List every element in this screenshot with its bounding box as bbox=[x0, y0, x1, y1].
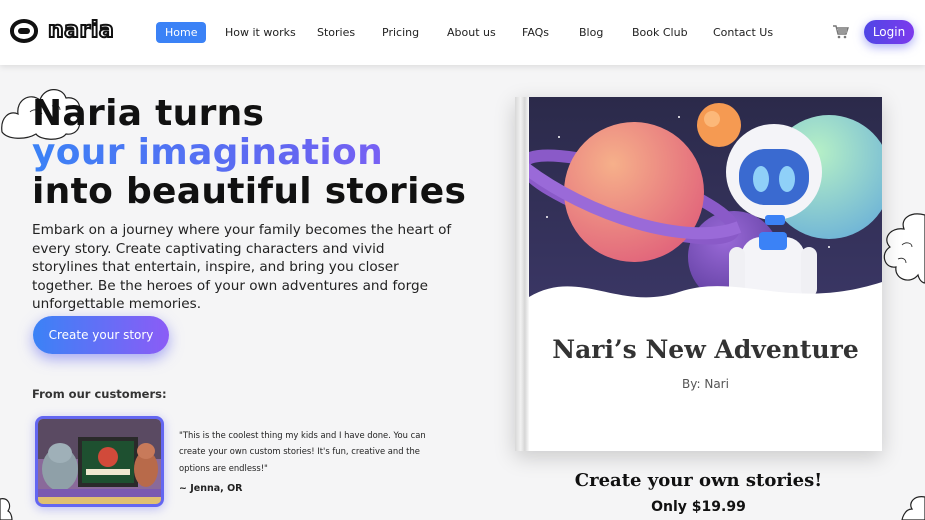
book-author: By: Nari bbox=[682, 377, 729, 391]
cart-icon[interactable] bbox=[833, 25, 849, 39]
brand-logo[interactable]: naria bbox=[10, 17, 115, 44]
cloud-doodle-bottom-right-icon bbox=[901, 496, 925, 520]
testimonial-photo-image bbox=[38, 419, 161, 504]
customers-heading: From our customers: bbox=[32, 387, 167, 401]
top-navbar: naria Home How it works Stories Pricing … bbox=[0, 0, 925, 65]
testimonial-photo bbox=[35, 416, 164, 507]
hero-title-line-2: your imagination bbox=[32, 133, 466, 172]
hero-title-line-3: into beautiful stories bbox=[32, 171, 467, 212]
hero-description: Embark on a journey where your family be… bbox=[32, 222, 452, 312]
nav-pricing[interactable]: Pricing bbox=[382, 22, 419, 43]
promo-price: Only $19.99 bbox=[651, 499, 746, 515]
testimonial-quote: "This is the coolest thing my kids and I… bbox=[179, 430, 426, 473]
create-story-button[interactable]: Create your story bbox=[33, 316, 169, 354]
nav-book-club[interactable]: Book Club bbox=[632, 22, 688, 43]
nav-stories[interactable]: Stories bbox=[317, 22, 355, 43]
nav-contact-us[interactable]: Contact Us bbox=[713, 22, 773, 43]
logo-wordmark: naria bbox=[47, 17, 115, 44]
book-preview: Nari’s New Adventure By: Nari bbox=[515, 97, 882, 451]
logo-mark-icon bbox=[10, 18, 38, 43]
nav-faqs[interactable]: FAQs bbox=[522, 22, 549, 43]
book-spine bbox=[515, 97, 529, 451]
testimonial-author: ~ Jenna, OR bbox=[179, 483, 243, 494]
cloud-doodle-right-icon bbox=[883, 213, 925, 284]
promo-heading: Create your own stories! bbox=[574, 470, 823, 491]
nav-home[interactable]: Home bbox=[156, 22, 207, 43]
book-title: Nari’s New Adventure bbox=[552, 335, 859, 364]
hero-title-line-1: Naria turns bbox=[32, 93, 265, 134]
nav-blog[interactable]: Blog bbox=[579, 22, 603, 43]
hero-title: Naria turns your imagination into beauti… bbox=[32, 94, 466, 211]
login-button[interactable]: Login bbox=[864, 20, 914, 44]
nav-how-it-works[interactable]: How it works bbox=[225, 22, 296, 43]
astronaut-cover-illustration bbox=[529, 97, 882, 317]
cloud-doodle-bottom-left-icon bbox=[0, 498, 13, 520]
nav-about-us[interactable]: About us bbox=[447, 22, 496, 43]
